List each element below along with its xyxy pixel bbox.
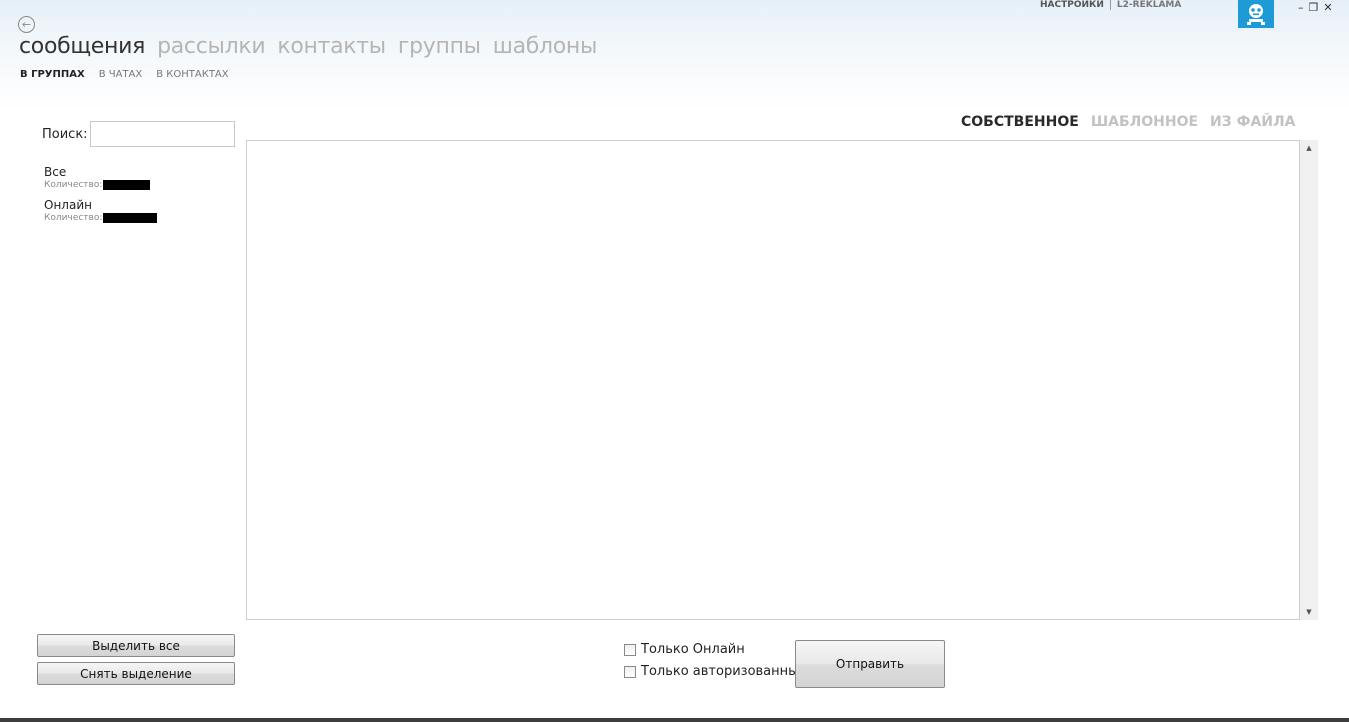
restore-icon[interactable]: ❐ [1309,1,1319,14]
subtab-in-chats[interactable]: В ЧАТАХ [99,69,143,80]
deselect-button[interactable]: Снять выделение [37,662,235,685]
main-navigation: сообщения рассылки контакты группы шабло… [19,34,597,59]
search-label: Поиск: [42,127,88,142]
minimize-icon[interactable]: – [1298,1,1304,14]
settings-link[interactable]: НАСТРОЙКИ [1040,0,1104,10]
group-item-all[interactable]: Все Количество: [44,165,151,190]
tab-template-message[interactable]: ШАБЛОННОЕ [1091,114,1198,130]
scroll-up-icon[interactable]: ▲ [1300,141,1318,155]
account-link[interactable]: L2-REKLAMA [1117,0,1181,10]
redacted-value [103,213,158,223]
group-count: Количество: [44,180,151,190]
only-online-label: Только Онлайн [641,642,745,657]
message-source-tabs: СОБСТВЕННОЕ ШАБЛОННОЕ ИЗ ФАЙЛА [961,114,1295,130]
subtab-in-groups[interactable]: В ГРУППАХ [20,69,85,80]
robot-avatar-icon [1247,4,1265,25]
divider [1109,0,1111,10]
sub-navigation: В ГРУППАХ В ЧАТАХ В КОНТАКТАХ [20,69,229,80]
only-online-checkbox[interactable] [624,643,636,656]
tab-own-message[interactable]: СОБСТВЕННОЕ [961,114,1079,130]
tab-contacts[interactable]: контакты [277,34,386,59]
group-count: Количество: [44,213,158,223]
group-name: Онлайн [44,198,92,212]
message-editor [246,140,1300,620]
taskbar-edge [0,718,1349,722]
tab-templates[interactable]: шаблоны [493,34,598,59]
tab-groups[interactable]: группы [398,34,481,59]
scroll-down-icon[interactable]: ▼ [1300,605,1318,619]
avatar[interactable] [1238,0,1274,28]
group-item-online[interactable]: Онлайн Количество: [44,198,158,223]
only-online-option[interactable]: Только Онлайн [624,642,745,657]
redacted-value [103,180,151,190]
tab-from-file[interactable]: ИЗ ФАЙЛА [1210,114,1295,130]
close-icon[interactable]: ✕ [1323,1,1332,14]
only-authorized-checkbox[interactable] [624,665,636,678]
send-button[interactable]: Отправить [795,640,945,688]
back-arrow-icon[interactable]: ← [18,16,35,33]
tab-messages[interactable]: сообщения [19,34,145,59]
window-controls: – ❐ ✕ [1298,1,1333,14]
tab-mailings[interactable]: рассылки [157,34,266,59]
only-authorized-option[interactable]: Только авторизованным [624,664,808,679]
message-textarea[interactable] [247,141,1299,619]
count-label: Количество: [44,180,103,190]
group-name: Все [44,165,67,179]
subtab-in-contacts[interactable]: В КОНТАКТАХ [156,69,228,80]
editor-scrollbar[interactable]: ▲ ▼ [1300,140,1318,620]
search-input[interactable] [90,121,235,147]
only-authorized-label: Только авторизованным [641,664,809,679]
count-label: Количество: [44,213,103,223]
top-links: НАСТРОЙКИ L2-REKLAMA [1040,0,1181,10]
select-all-button[interactable]: Выделить все [37,634,235,657]
